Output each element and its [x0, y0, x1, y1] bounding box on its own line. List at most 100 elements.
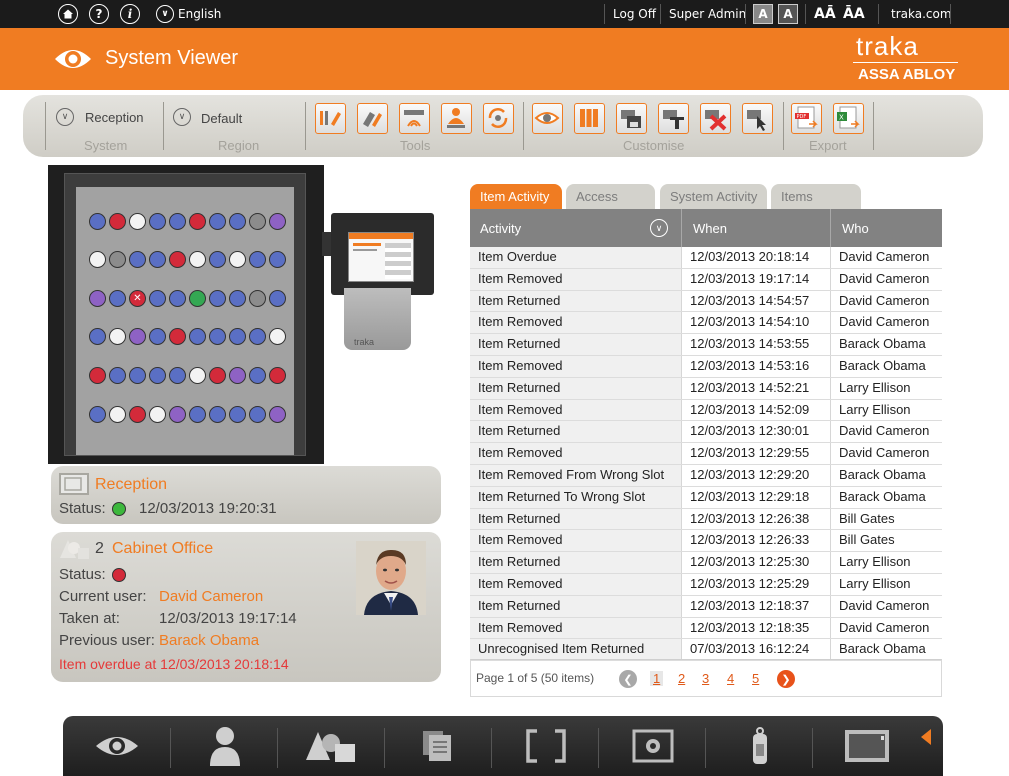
columns-button[interactable]: [574, 103, 605, 134]
key-slot[interactable]: [109, 366, 126, 384]
table-row[interactable]: Item Removed 12/03/2013 14:54:10 David Cam…: [470, 312, 942, 335]
key-slot[interactable]: [89, 366, 106, 384]
table-row[interactable]: Item Returned 12/03/2013 12:25:30 Larry El…: [470, 552, 942, 574]
key-slot[interactable]: [249, 405, 266, 423]
nav-users[interactable]: [171, 716, 278, 776]
nav-reports[interactable]: [385, 716, 492, 776]
region-selector[interactable]: Default: [201, 111, 242, 126]
nav-cabinet[interactable]: [813, 716, 920, 776]
table-row[interactable]: Item Returned 12/03/2013 12:30:01 David Ca…: [470, 421, 942, 444]
current-user-name[interactable]: David Cameron: [159, 588, 263, 605]
key-slot[interactable]: [269, 405, 286, 423]
key-slot[interactable]: [189, 250, 206, 268]
table-row[interactable]: Item Removed 12/03/2013 12:29:55 David Cam…: [470, 443, 942, 465]
key-slot[interactable]: [229, 327, 246, 345]
key-slot[interactable]: [269, 366, 286, 384]
sync-button[interactable]: [483, 103, 514, 134]
key-slot[interactable]: [169, 327, 186, 345]
nav-settings[interactable]: [599, 716, 706, 776]
key-slot[interactable]: [149, 366, 166, 384]
key-slot[interactable]: [189, 327, 206, 345]
page-number-link[interactable]: 3: [702, 671, 709, 686]
key-slot[interactable]: [109, 327, 126, 345]
view-button[interactable]: [532, 103, 563, 134]
key-slot[interactable]: [229, 250, 246, 268]
alarm-button[interactable]: [441, 103, 472, 134]
column-header-when[interactable]: When: [693, 209, 727, 247]
text-larger-button[interactable]: ĀA: [843, 0, 865, 28]
table-row[interactable]: Item Removed From Wrong Slot 12/03/2013 1…: [470, 464, 942, 487]
select-button[interactable]: [742, 103, 773, 134]
key-slot[interactable]: [249, 327, 266, 345]
prev-page-button[interactable]: ❮: [619, 670, 637, 688]
website-link[interactable]: traka.com: [891, 0, 952, 28]
home-button[interactable]: [58, 0, 78, 28]
key-slot[interactable]: [269, 250, 286, 268]
next-page-button[interactable]: ❯: [777, 670, 795, 688]
excel-export-button[interactable]: X: [833, 103, 864, 134]
key-slot[interactable]: [189, 366, 206, 384]
chevron-down-icon[interactable]: ∨: [56, 108, 74, 126]
edit-items-button[interactable]: [357, 103, 388, 134]
table-row[interactable]: Item Removed 12/03/2013 19:17:14 David Cam…: [470, 268, 942, 291]
font-large-button[interactable]: A: [778, 0, 798, 28]
table-row[interactable]: Item Returned To Wrong Slot 12/03/2013 12…: [470, 486, 942, 509]
key-slot[interactable]: [109, 250, 126, 268]
key-slot[interactable]: [149, 327, 166, 345]
key-slot[interactable]: [229, 212, 246, 230]
key-slot[interactable]: [169, 212, 186, 230]
key-slot[interactable]: [209, 366, 226, 384]
page-number-link[interactable]: 4: [727, 671, 734, 686]
key-slot[interactable]: [269, 212, 286, 230]
tab-item-activity[interactable]: Item Activity: [470, 184, 562, 209]
key-slot[interactable]: [229, 289, 246, 307]
log-off-link[interactable]: Log Off: [613, 0, 656, 28]
key-slot[interactable]: [209, 405, 226, 423]
table-row[interactable]: Item Returned 12/03/2013 12:26:38 Bill Gat…: [470, 508, 942, 531]
nav-system-viewer[interactable]: [63, 716, 170, 776]
key-slot[interactable]: [109, 289, 126, 307]
tab-access[interactable]: Access: [566, 184, 655, 209]
key-slot[interactable]: [269, 289, 286, 307]
text-smaller-button[interactable]: AĀ: [814, 0, 836, 28]
page-number-link[interactable]: 1: [650, 671, 664, 686]
key-slot[interactable]: [169, 405, 186, 423]
chevron-down-icon[interactable]: ∨: [173, 108, 191, 126]
key-slot[interactable]: [129, 250, 146, 268]
table-row[interactable]: Item Removed 12/03/2013 12:25:29 Larry Ell…: [470, 573, 942, 596]
key-slot[interactable]: [269, 327, 286, 345]
page-number-link[interactable]: 2: [678, 671, 685, 686]
column-header-who[interactable]: Who: [842, 209, 869, 247]
key-slot[interactable]: [129, 212, 146, 230]
key-slot[interactable]: [249, 289, 266, 307]
font-small-button[interactable]: A: [753, 0, 773, 28]
save-button[interactable]: [616, 103, 647, 134]
nav-fullscreen[interactable]: [492, 716, 599, 776]
key-slot[interactable]: [229, 366, 246, 384]
table-row[interactable]: Item Removed 12/03/2013 12:18:35 David Cam…: [470, 617, 942, 640]
table-row[interactable]: Item Returned 12/03/2013 14:52:21 Larry El…: [470, 377, 942, 400]
key-slot[interactable]: [229, 405, 246, 423]
key-slot[interactable]: [129, 366, 146, 384]
key-slot[interactable]: [209, 250, 226, 268]
key-slot[interactable]: [209, 289, 226, 307]
key-slot[interactable]: [189, 289, 206, 307]
key-slot[interactable]: [149, 405, 166, 423]
collapse-arrow-icon[interactable]: [921, 729, 931, 745]
key-slot[interactable]: [249, 212, 266, 230]
system-status-card[interactable]: Reception Status: 12/03/2013 19:20:31: [51, 466, 441, 524]
reader-settings-button[interactable]: [399, 103, 430, 134]
key-slot[interactable]: [89, 405, 106, 423]
table-row[interactable]: Item Overdue 12/03/2013 20:18:14 David Cam…: [470, 247, 942, 269]
key-slot[interactable]: [189, 212, 206, 230]
key-slot[interactable]: [89, 289, 106, 307]
key-slot[interactable]: [149, 212, 166, 230]
key-slot[interactable]: [169, 289, 186, 307]
key-slot[interactable]: [249, 366, 266, 384]
language-selector[interactable]: ∨ English: [156, 0, 221, 28]
key-slot[interactable]: [149, 250, 166, 268]
table-row[interactable]: Item Returned 12/03/2013 14:53:55 Barack O…: [470, 334, 942, 356]
table-row[interactable]: Item Removed 12/03/2013 14:53:16 Barack Ob…: [470, 355, 942, 378]
table-row[interactable]: Item Removed 12/03/2013 12:26:33 Bill Gate…: [470, 530, 942, 553]
key-slot[interactable]: [209, 212, 226, 230]
